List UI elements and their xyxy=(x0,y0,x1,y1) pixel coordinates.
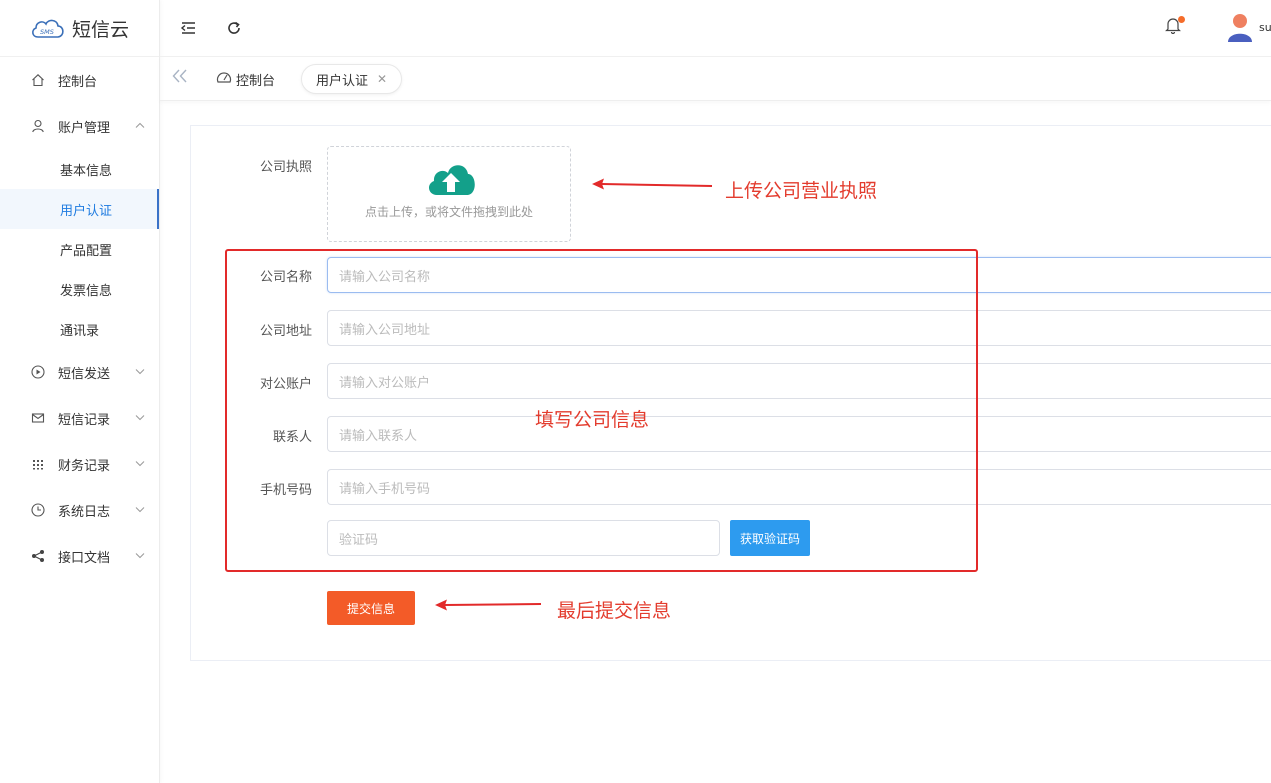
sidebar-item-label: 系统日志 xyxy=(58,504,111,520)
notification-dot xyxy=(1178,16,1185,23)
sidebar-item-label: 短信记录 xyxy=(58,412,111,428)
sidebar-item-finance-records[interactable]: 财务记录 xyxy=(0,441,159,487)
sidebar-item-label: 短信发送 xyxy=(58,366,111,382)
sidebar-subitem-user-auth[interactable]: 用户认证 xyxy=(0,189,159,229)
annotation-submit-note: 最后提交信息 xyxy=(557,600,672,622)
sidebar-item-system-log[interactable]: 系统日志 xyxy=(0,487,159,533)
share-icon xyxy=(30,548,46,564)
label-contact-person: 联系人 xyxy=(272,430,312,445)
grid-icon xyxy=(30,456,46,472)
sidebar-item-sms-send[interactable]: 短信发送 xyxy=(0,349,159,395)
chevron-up-icon xyxy=(135,121,145,132)
annotation-upload-note: 上传公司营业执照 xyxy=(725,180,878,202)
top-header: su xyxy=(160,0,1271,57)
menu-fold-icon[interactable] xyxy=(177,17,199,39)
sidebar-subitem-product-config[interactable]: 产品配置 xyxy=(0,229,159,269)
tab-bar: 控制台 用户认证 ✕ xyxy=(160,57,1271,101)
app-root: SMS 短信云 控制台 账户管理 基本信息 用户认证 产品配置 发票信息 通讯录… xyxy=(0,0,1271,783)
chevron-down-icon xyxy=(135,505,145,516)
chevron-down-icon xyxy=(135,413,145,424)
label-phone-number: 手机号码 xyxy=(259,483,312,498)
chevron-down-icon xyxy=(135,551,145,562)
label-company-license: 公司执照 xyxy=(259,160,312,175)
phone-number-input[interactable]: 请输入手机号码 xyxy=(327,469,1271,505)
corporate-account-input[interactable]: 请输入对公账户 xyxy=(327,363,1271,399)
sidebar: SMS 短信云 控制台 账户管理 基本信息 用户认证 产品配置 发票信息 通讯录… xyxy=(0,0,160,783)
sidebar-item-label: 账户管理 xyxy=(58,120,111,136)
sidebar-item-sms-records[interactable]: 短信记录 xyxy=(0,395,159,441)
refresh-icon[interactable] xyxy=(223,17,245,39)
close-icon[interactable]: ✕ xyxy=(377,72,387,86)
chevron-down-icon xyxy=(135,367,145,378)
upload-hint-text: 点击上传，或将文件拖拽到此处 xyxy=(364,205,533,219)
notification-bell-icon[interactable] xyxy=(1165,16,1185,38)
tab-label: 用户认证 xyxy=(316,73,369,89)
license-upload-dropzone[interactable]: 点击上传，或将文件拖拽到此处 xyxy=(327,146,571,242)
double-chevron-left-icon[interactable] xyxy=(172,68,188,87)
tab-label: 控制台 xyxy=(236,73,276,89)
play-circle-icon xyxy=(30,364,46,380)
submit-button[interactable]: 提交信息 xyxy=(327,591,415,625)
sidebar-subitem-basic-info[interactable]: 基本信息 xyxy=(0,149,159,189)
label-corporate-account: 对公账户 xyxy=(259,377,312,392)
chevron-down-icon xyxy=(135,459,145,470)
svg-text:SMS: SMS xyxy=(40,28,54,36)
tab-dashboard[interactable]: 控制台 xyxy=(216,64,275,94)
sidebar-item-label: 财务记录 xyxy=(58,458,111,474)
sidebar-subitem-contacts[interactable]: 通讯录 xyxy=(0,309,159,349)
home-icon xyxy=(30,72,46,88)
annotation-arrow-icon xyxy=(592,178,713,190)
sidebar-menu: 控制台 账户管理 基本信息 用户认证 产品配置 发票信息 通讯录 短信发送 短信… xyxy=(0,57,159,579)
sidebar-item-account[interactable]: 账户管理 xyxy=(0,103,159,149)
company-address-input[interactable]: 请输入公司地址 xyxy=(327,310,1271,346)
annotation-fill-note: 填写公司信息 xyxy=(535,409,650,431)
company-name-input[interactable]: 请输入公司名称 xyxy=(327,257,1271,293)
app-name: 短信云 xyxy=(71,18,129,41)
sidebar-item-api-docs[interactable]: 接口文档 xyxy=(0,533,159,579)
annotation-arrow-icon xyxy=(435,599,542,611)
mail-icon xyxy=(30,410,46,426)
cloud-upload-icon xyxy=(425,159,477,201)
sidebar-item-label: 接口文档 xyxy=(58,550,111,566)
sidebar-item-dashboard[interactable]: 控制台 xyxy=(0,57,159,103)
sidebar-subitem-invoice-info[interactable]: 发票信息 xyxy=(0,269,159,309)
logo[interactable]: SMS 短信云 xyxy=(0,0,159,57)
user-name[interactable]: su xyxy=(1259,21,1271,34)
cloud-logo-icon: SMS xyxy=(32,19,64,38)
dashboard-gauge-icon xyxy=(216,70,232,88)
label-company-address: 公司地址 xyxy=(259,324,312,339)
user-icon xyxy=(30,118,46,134)
tab-user-auth[interactable]: 用户认证 ✕ xyxy=(301,64,403,94)
verification-code-input[interactable]: 验证码 xyxy=(327,520,720,556)
clock-icon xyxy=(30,502,46,518)
user-avatar[interactable] xyxy=(1226,12,1254,42)
get-code-button[interactable]: 获取验证码 xyxy=(730,520,810,556)
contact-person-input[interactable]: 请输入联系人 xyxy=(327,416,1271,452)
label-company-name: 公司名称 xyxy=(259,270,312,285)
sidebar-item-label: 控制台 xyxy=(58,74,98,90)
